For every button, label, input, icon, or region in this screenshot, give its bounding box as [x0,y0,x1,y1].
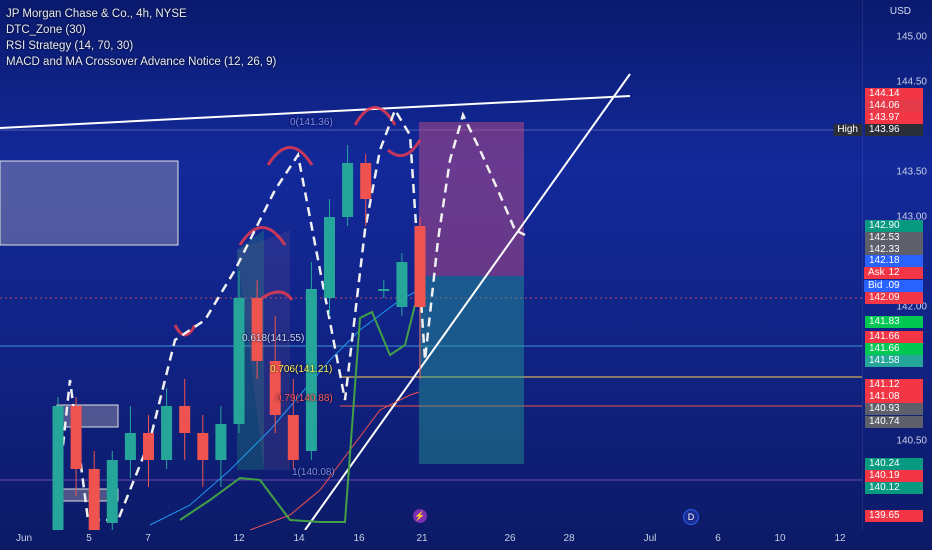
candle-body [161,406,173,460]
time-label: 7 [145,533,151,544]
indicator-macd-crossover[interactable]: MACD and MA Crossover Advance Notice (12… [6,54,276,70]
candle-body [124,433,136,460]
lightning-icon[interactable]: ⚡ [413,509,427,523]
price-level: 140.50 [896,435,927,447]
candle-body [287,415,299,460]
price-tag: 140.93 [865,403,923,415]
candle-body [414,226,426,307]
price-level: 143.50 [896,166,927,178]
candle-body [378,289,390,291]
candle-body [106,460,118,523]
time-label: 5 [86,533,92,544]
candle-body [233,298,245,424]
price-tag: 140.19 [865,470,923,482]
price-tag: 140.74 [865,416,923,428]
price-level: 145.00 [896,31,927,43]
current-price-tag: 142.09 [865,292,923,304]
candle-body [215,424,227,460]
price-tag: 141.58 [865,355,923,367]
time-label: 26 [504,533,516,544]
time-label: 12 [834,533,846,544]
candle-body [396,262,408,307]
candle-body [179,406,191,433]
high-price-tag: 143.96 [865,124,923,136]
candle-body [52,406,64,530]
time-label: 16 [353,533,365,544]
candle [52,397,64,530]
price-tag: 141.66 [865,343,923,355]
candle-body [88,469,100,530]
fib-level-0: 0(141.36) [290,117,333,128]
tradingview-chart-window: JP Morgan Chase & Co., 4h, NYSE DTC_Zone… [0,0,932,550]
price-tag: 142.53 [865,232,923,244]
candle [161,388,173,469]
time-axis[interactable]: Jun 5 7 12 14 16 21 26 28 Jul 6 10 12 [0,530,862,550]
time-label: 10 [774,533,786,544]
price-tag: 144.14 [865,88,923,100]
candle-body [197,433,209,460]
bid-label: Bid [864,280,887,292]
price-tag: 139.65 [865,510,923,522]
currency-label: USD [889,6,911,17]
candle [396,253,408,316]
candle [305,262,317,460]
candle [124,406,136,478]
candle-body [360,163,372,199]
price-tag: 140.12 [865,482,923,494]
price-tag: 142.90 [865,220,923,232]
fib-level-0706: 0.706(141.21) [270,364,333,375]
candle [88,451,100,530]
candle [360,154,372,226]
time-label: 28 [563,533,575,544]
time-label: 14 [293,533,305,544]
high-label: High [833,124,862,136]
candle-body [70,406,82,469]
chart-legend: JP Morgan Chase & Co., 4h, NYSE DTC_Zone… [6,6,276,70]
chart-canvas[interactable] [0,0,862,530]
ask-label: Ask [864,267,889,279]
price-tag: 143.97 [865,112,923,124]
time-label: 12 [233,533,245,544]
indicator-dtc-zone[interactable]: DTC_Zone (30) [6,22,276,38]
price-level: 144.50 [896,76,927,88]
price-tag: 140.24 [865,458,923,470]
candle [378,280,390,298]
chart-title[interactable]: JP Morgan Chase & Co., 4h, NYSE [6,6,276,22]
candle [106,451,118,530]
time-label: Jun [15,533,33,544]
price-axis[interactable]: USD 145.00 144.50 143.50 143.00 142.00 1… [862,0,932,530]
price-tag: 141.66 [865,331,923,343]
candle [70,397,82,496]
price-tag: 144.06 [865,100,923,112]
fib-level-079: 0.79(140.88) [276,393,333,404]
price-tag: 141.08 [865,391,923,403]
candle-body [143,433,154,460]
candle [197,415,209,487]
candle [179,379,191,460]
chart-plot-area[interactable]: JP Morgan Chase & Co., 4h, NYSE DTC_Zone… [0,0,862,530]
indicator-rsi-strategy[interactable]: RSI Strategy (14, 70, 30) [6,38,276,54]
fib-level-1: 1(140.08) [292,467,335,478]
dividend-icon[interactable]: D [683,509,699,525]
price-tag: 142.18 [865,255,923,267]
fib-level-0618: 0.618(141.55) [242,333,305,344]
time-label: 21 [416,533,428,544]
time-label: 6 [715,533,721,544]
price-tag: 141.12 [865,379,923,391]
time-label: Jul [643,533,657,544]
price-tag: 141.83 [865,316,923,328]
candle [342,145,354,226]
candle-body [251,298,263,361]
candle-body [324,217,335,298]
candle-body [342,163,354,217]
